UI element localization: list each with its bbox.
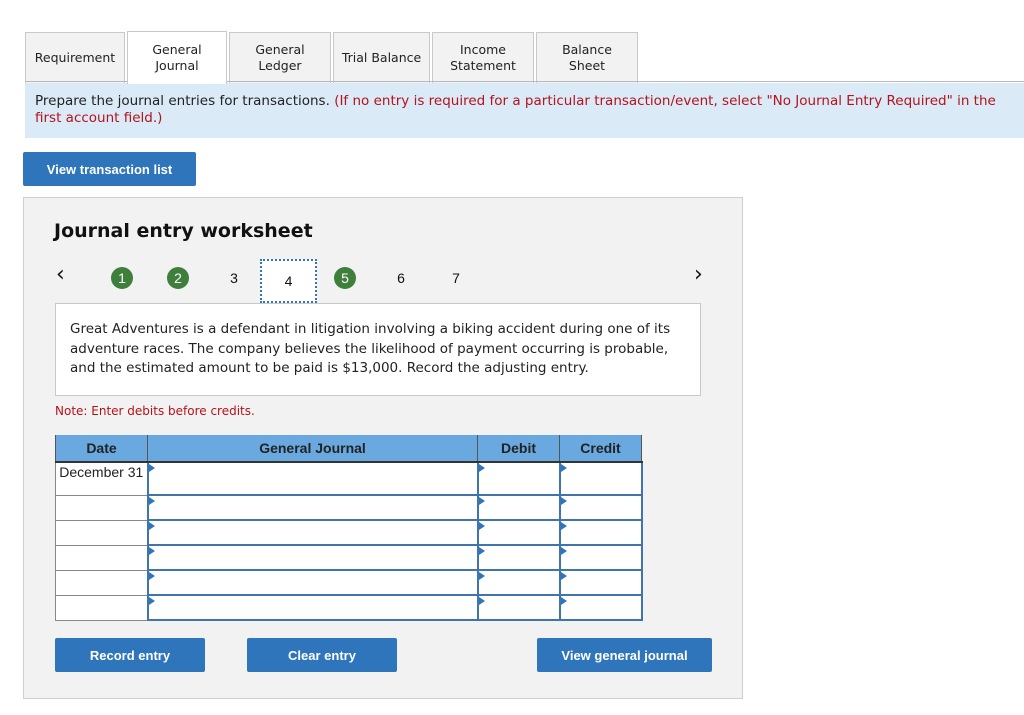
table-row xyxy=(55,494,643,521)
tab-general-journal[interactable]: General Journal xyxy=(127,31,227,84)
account-cell[interactable] xyxy=(146,461,479,496)
account-cell[interactable] xyxy=(146,519,479,546)
view-transaction-list-button[interactable]: View transaction list xyxy=(23,152,196,186)
account-cell[interactable] xyxy=(146,544,479,571)
date-cell xyxy=(55,494,148,521)
header-credit: Credit xyxy=(559,435,642,463)
date-cell xyxy=(55,544,148,571)
step-2[interactable]: 2 xyxy=(167,267,189,289)
credit-input[interactable] xyxy=(560,546,641,569)
tab-bar: Requirement General Journal General Ledg… xyxy=(25,31,640,84)
transaction-description: Great Adventures is a defendant in litig… xyxy=(55,303,701,396)
credit-input[interactable] xyxy=(560,521,641,544)
debit-cell[interactable] xyxy=(476,544,561,571)
tab-trial-balance[interactable]: Trial Balance xyxy=(333,32,430,83)
table-row xyxy=(55,519,643,546)
account-cell[interactable] xyxy=(146,594,479,621)
credit-input[interactable] xyxy=(560,463,641,494)
step-4-current[interactable]: 4 xyxy=(260,259,317,303)
journal-entry-worksheet: Journal entry worksheet ‹ 1 2 3 4 5 6 7 … xyxy=(23,197,743,699)
tab-income-statement[interactable]: Income Statement xyxy=(432,32,534,83)
record-entry-button[interactable]: Record entry xyxy=(55,638,205,672)
clear-entry-button[interactable]: Clear entry xyxy=(247,638,397,672)
account-cell[interactable] xyxy=(146,569,479,596)
table-header-row: Date General Journal Debit Credit xyxy=(55,435,642,463)
debit-cell[interactable] xyxy=(476,461,561,496)
debit-cell[interactable] xyxy=(476,494,561,521)
debit-input[interactable] xyxy=(478,521,559,544)
credit-cell[interactable] xyxy=(558,519,643,546)
tab-general-ledger[interactable]: General Ledger xyxy=(229,32,331,83)
debit-cell[interactable] xyxy=(476,569,561,596)
credit-cell[interactable] xyxy=(558,594,643,621)
account-input[interactable] xyxy=(148,463,477,494)
instruction-text: Prepare the journal entries for transact… xyxy=(35,93,330,109)
account-input[interactable] xyxy=(148,496,477,519)
debit-cell[interactable] xyxy=(476,594,561,621)
debit-input[interactable] xyxy=(478,546,559,569)
credit-cell[interactable] xyxy=(558,544,643,571)
tab-requirement[interactable]: Requirement xyxy=(25,32,125,83)
step-6[interactable]: 6 xyxy=(390,267,412,289)
table-row xyxy=(55,544,643,571)
debit-cell[interactable] xyxy=(476,519,561,546)
date-cell xyxy=(55,569,148,596)
date-cell xyxy=(55,519,148,546)
step-5[interactable]: 5 xyxy=(334,267,356,289)
account-input[interactable] xyxy=(148,546,477,569)
worksheet-title: Journal entry worksheet xyxy=(54,220,313,242)
view-general-journal-button[interactable]: View general journal xyxy=(537,638,712,672)
credit-cell[interactable] xyxy=(558,461,643,496)
account-cell[interactable] xyxy=(146,494,479,521)
debit-input[interactable] xyxy=(478,596,559,619)
tab-balance-sheet[interactable]: Balance Sheet xyxy=(536,32,638,83)
table-row: December 31 xyxy=(55,461,643,496)
debit-input[interactable] xyxy=(478,463,559,494)
header-general-journal: General Journal xyxy=(147,435,478,463)
instruction-banner: Prepare the journal entries for transact… xyxy=(25,83,1024,138)
debit-input[interactable] xyxy=(478,496,559,519)
header-date: Date xyxy=(55,435,148,463)
journal-table: Date General Journal Debit Credit Decemb… xyxy=(55,435,643,621)
credit-input[interactable] xyxy=(560,571,641,594)
account-input[interactable] xyxy=(148,521,477,544)
credit-cell[interactable] xyxy=(558,494,643,521)
debit-input[interactable] xyxy=(478,571,559,594)
chevron-right-icon[interactable]: › xyxy=(694,262,703,287)
chevron-left-icon[interactable]: ‹ xyxy=(56,262,65,287)
account-input[interactable] xyxy=(148,571,477,594)
table-row xyxy=(55,569,643,596)
step-1[interactable]: 1 xyxy=(111,267,133,289)
credit-input[interactable] xyxy=(560,596,641,619)
table-row xyxy=(55,594,643,621)
debits-note: Note: Enter debits before credits. xyxy=(55,404,255,418)
step-7[interactable]: 7 xyxy=(445,267,467,289)
date-cell xyxy=(55,594,148,621)
account-input[interactable] xyxy=(148,596,477,619)
credit-input[interactable] xyxy=(560,496,641,519)
credit-cell[interactable] xyxy=(558,569,643,596)
date-cell: December 31 xyxy=(55,461,148,496)
header-debit: Debit xyxy=(477,435,560,463)
step-3[interactable]: 3 xyxy=(223,267,245,289)
